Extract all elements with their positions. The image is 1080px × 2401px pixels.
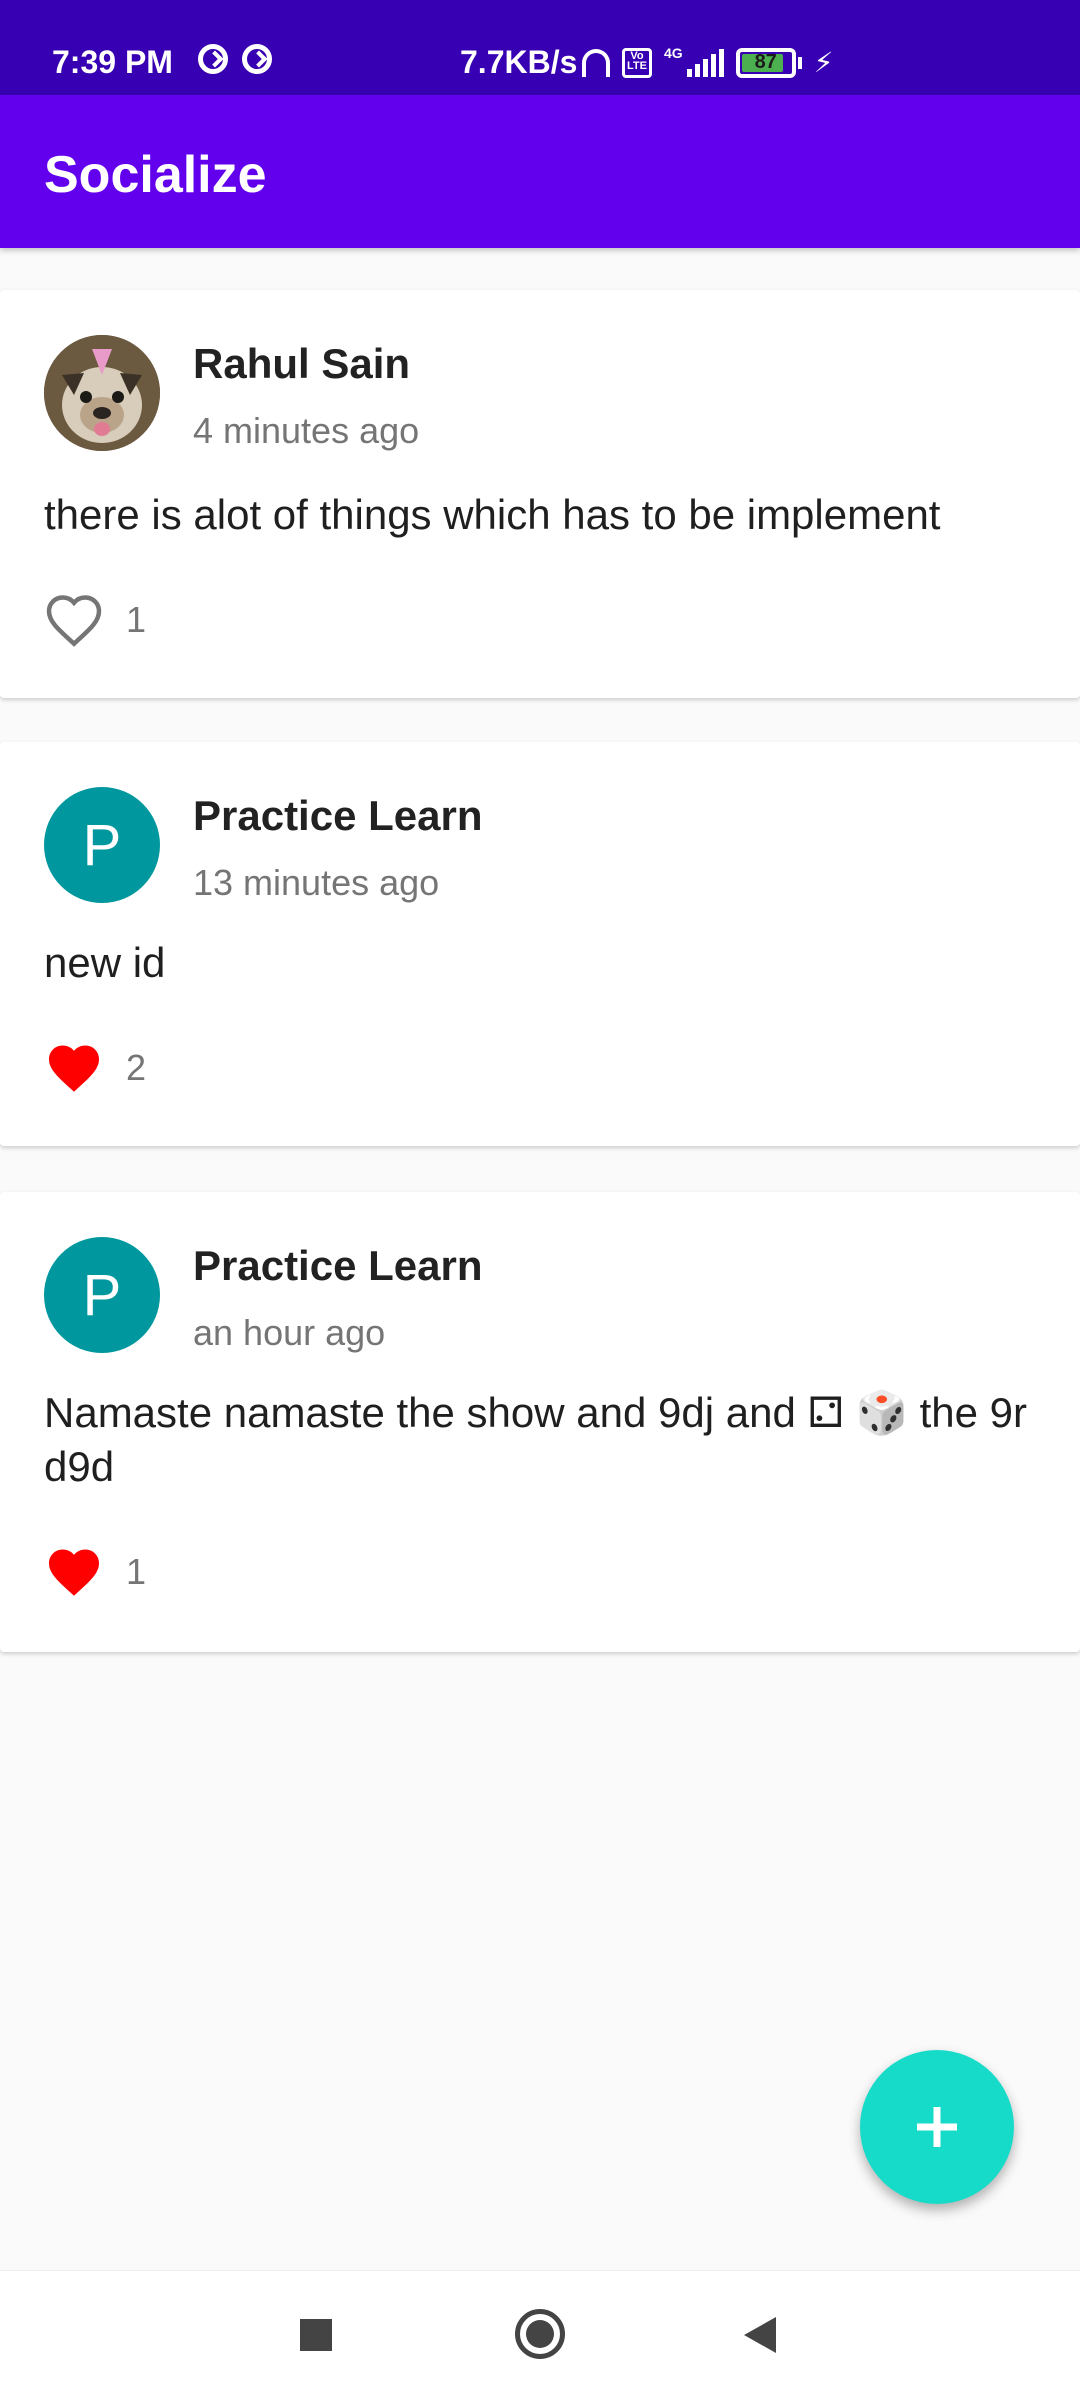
add-post-button[interactable] bbox=[860, 2050, 1014, 2204]
post-time: 4 minutes ago bbox=[193, 410, 420, 451]
back-triangle-icon[interactable] bbox=[744, 2317, 776, 2353]
recents-square-icon[interactable] bbox=[300, 2319, 332, 2351]
status-time: 7:39 PM bbox=[52, 44, 173, 80]
sync-icon bbox=[242, 44, 272, 74]
post-author[interactable]: Practice Learn bbox=[193, 1242, 483, 1290]
status-bar: 7:39 PM 7.7KB/s Vo LTE 4G 87 ⚡︎ bbox=[0, 0, 1080, 95]
heart-filled-icon[interactable] bbox=[44, 1040, 104, 1096]
volte-icon: Vo LTE bbox=[622, 47, 652, 78]
post-time: 13 minutes ago bbox=[193, 862, 440, 903]
network-type: 4G bbox=[664, 45, 683, 61]
battery-percent: 87 bbox=[754, 51, 777, 73]
signal-icon bbox=[686, 48, 724, 77]
like-row: 1 bbox=[44, 1544, 146, 1600]
post-time: an hour ago bbox=[193, 1312, 386, 1353]
post-card[interactable]: P Practice Learn an hour ago Namaste nam… bbox=[0, 1192, 1080, 1652]
status-left-icons bbox=[198, 44, 272, 74]
system-nav-bar bbox=[0, 2270, 1080, 2401]
post-card[interactable]: Rahul Sain 4 minutes ago there is alot o… bbox=[0, 290, 1080, 698]
like-row: 1 bbox=[44, 592, 146, 648]
battery-icon: 87 bbox=[735, 47, 796, 78]
like-count: 1 bbox=[126, 599, 147, 640]
home-circle-icon[interactable] bbox=[515, 2309, 565, 2359]
sync-icon bbox=[198, 44, 228, 74]
post-text: new id bbox=[44, 939, 166, 986]
dog-photo-avatar bbox=[44, 335, 160, 451]
avatar[interactable]: P bbox=[44, 787, 160, 903]
post-text: there is alot of things which has to be … bbox=[44, 491, 941, 538]
avatar-letter: P bbox=[82, 1262, 122, 1328]
heart-outline-icon[interactable] bbox=[44, 592, 104, 648]
post-author[interactable]: Rahul Sain bbox=[193, 340, 410, 388]
post-author[interactable]: Practice Learn bbox=[193, 792, 483, 840]
post-text: Namaste namaste the show and 9dj and ⚁ 🎲… bbox=[44, 1389, 1028, 1490]
like-count: 1 bbox=[126, 1551, 147, 1592]
avatar[interactable]: P bbox=[44, 1237, 160, 1353]
avatar[interactable] bbox=[44, 335, 160, 451]
headphone-icon bbox=[582, 48, 610, 77]
plus-icon bbox=[917, 2107, 957, 2147]
heart-filled-icon[interactable] bbox=[44, 1544, 104, 1600]
status-right-icons: Vo LTE 4G 87 ⚡︎ bbox=[582, 46, 833, 79]
like-row: 2 bbox=[44, 1040, 146, 1096]
app-bar: Socialize bbox=[0, 95, 1080, 248]
post-card[interactable]: P Practice Learn 13 minutes ago new id 2 bbox=[0, 742, 1080, 1146]
app-title: Socialize bbox=[44, 146, 267, 204]
avatar-letter: P bbox=[82, 812, 122, 878]
like-count: 2 bbox=[126, 1047, 147, 1088]
charging-bolt-icon: ⚡︎ bbox=[813, 47, 834, 78]
network-speed: 7.7KB/s bbox=[460, 44, 578, 80]
